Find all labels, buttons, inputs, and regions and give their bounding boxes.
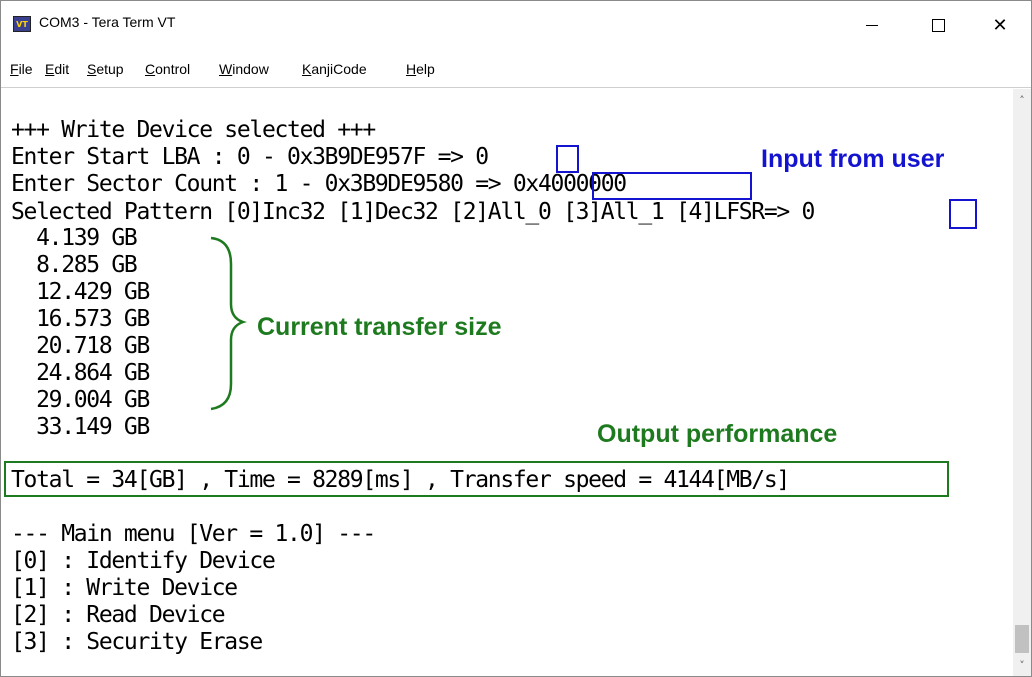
terminal-line: Enter Start LBA : 0 - 0x3B9DE957F => 0 <box>11 144 489 170</box>
terminal-line: [1] : Write Device <box>11 575 238 601</box>
terminal-line: 33.149 GB <box>11 414 150 440</box>
scroll-down-arrow-icon[interactable]: ˅ <box>1013 656 1031 674</box>
terminal-line: --- Main menu [Ver = 1.0] --- <box>11 521 376 547</box>
pattern-input-highlight <box>949 199 977 229</box>
minimize-icon <box>866 24 878 26</box>
close-button[interactable]: ✕ <box>971 1 1029 49</box>
terminal-line: [0] : Identify Device <box>11 548 276 574</box>
menu-window[interactable]: Window <box>219 61 269 77</box>
tera-term-app-icon[interactable]: VT <box>13 16 31 32</box>
curly-brace-icon <box>210 236 247 411</box>
terminal-line: [3] : Security Erase <box>11 629 263 655</box>
vertical-scrollbar[interactable]: ˄ ˅ <box>1013 89 1031 676</box>
maximize-button[interactable] <box>909 1 967 49</box>
terminal-line: Enter Sector Count : 1 - 0x3B9DE9580 => … <box>11 171 627 197</box>
terminal-line: 24.864 GB <box>11 360 150 386</box>
menu-help[interactable]: Help <box>406 61 435 77</box>
terminal-line: 16.573 GB <box>11 306 150 332</box>
menu-edit[interactable]: Edit <box>45 61 69 77</box>
terminal-line: 29.004 GB <box>11 387 150 413</box>
terminal-line: 20.718 GB <box>11 333 150 359</box>
current-transfer-size-annotation: Current transfer size <box>257 313 502 341</box>
input-from-user-annotation: Input from user <box>761 145 945 173</box>
terminal-line: Selected Pattern [0]Inc32 [1]Dec32 [2]Al… <box>11 199 815 225</box>
minimize-button[interactable] <box>843 1 901 49</box>
window-title: COM3 - Tera Term VT <box>39 14 176 30</box>
close-icon: ✕ <box>992 14 1008 36</box>
menu-file[interactable]: File <box>10 61 33 77</box>
title-bar[interactable]: VT COM3 - Tera Term VT ✕ <box>1 1 1031 49</box>
output-performance-annotation: Output performance <box>597 420 838 448</box>
start-lba-input-highlight <box>556 145 579 173</box>
menu-setup[interactable]: Setup <box>87 61 124 77</box>
terminal-line: 4.139 GB <box>11 225 138 251</box>
sector-count-input-highlight <box>592 172 752 200</box>
menu-divider <box>1 87 1031 88</box>
terminal-output[interactable]: +++ Write Device selected +++ Enter Star… <box>1 89 1013 676</box>
terminal-line: [2] : Read Device <box>11 602 226 628</box>
tera-term-window: VT COM3 - Tera Term VT ✕ File Edit Setup… <box>0 0 1032 677</box>
menu-control[interactable]: Control <box>145 61 190 77</box>
terminal-line: 12.429 GB <box>11 279 150 305</box>
scroll-thumb[interactable] <box>1015 625 1029 653</box>
terminal-line: 8.285 GB <box>11 252 138 278</box>
maximize-icon <box>931 18 945 32</box>
menu-kanjicode[interactable]: KanjiCode <box>302 61 367 77</box>
scroll-up-arrow-icon[interactable]: ˄ <box>1013 91 1031 109</box>
terminal-line: +++ Write Device selected +++ <box>11 117 376 143</box>
menu-bar: File Edit Setup Control Window KanjiCode… <box>1 56 1031 84</box>
performance-output-highlight <box>4 461 949 497</box>
